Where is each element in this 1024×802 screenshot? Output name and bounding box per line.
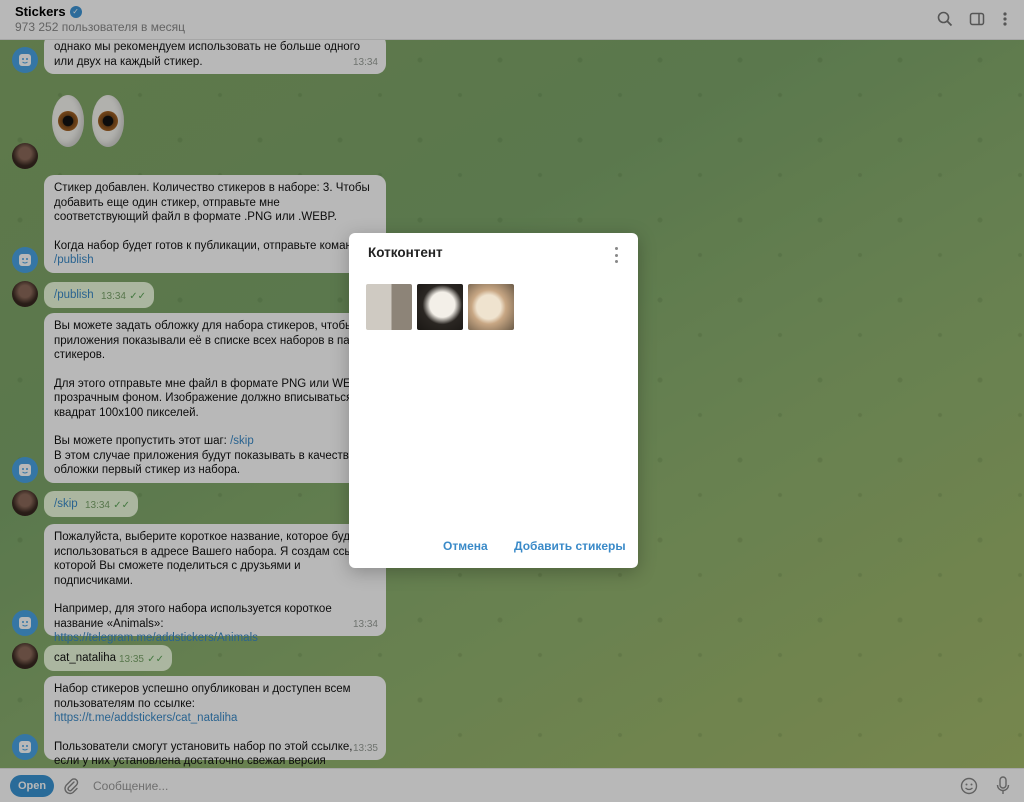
- sticker-set-dialog: Котконтент Отмена Добавить стикеры: [349, 233, 638, 568]
- dialog-title: Котконтент: [368, 245, 443, 260]
- sticker-thumbnail[interactable]: [417, 284, 463, 330]
- cancel-button[interactable]: Отмена: [443, 539, 488, 553]
- dialog-more-icon[interactable]: [611, 247, 621, 263]
- sticker-grid: [366, 284, 514, 330]
- sticker-thumbnail[interactable]: [366, 284, 412, 330]
- add-stickers-button[interactable]: Добавить стикеры: [514, 539, 626, 553]
- sticker-thumbnail[interactable]: [468, 284, 514, 330]
